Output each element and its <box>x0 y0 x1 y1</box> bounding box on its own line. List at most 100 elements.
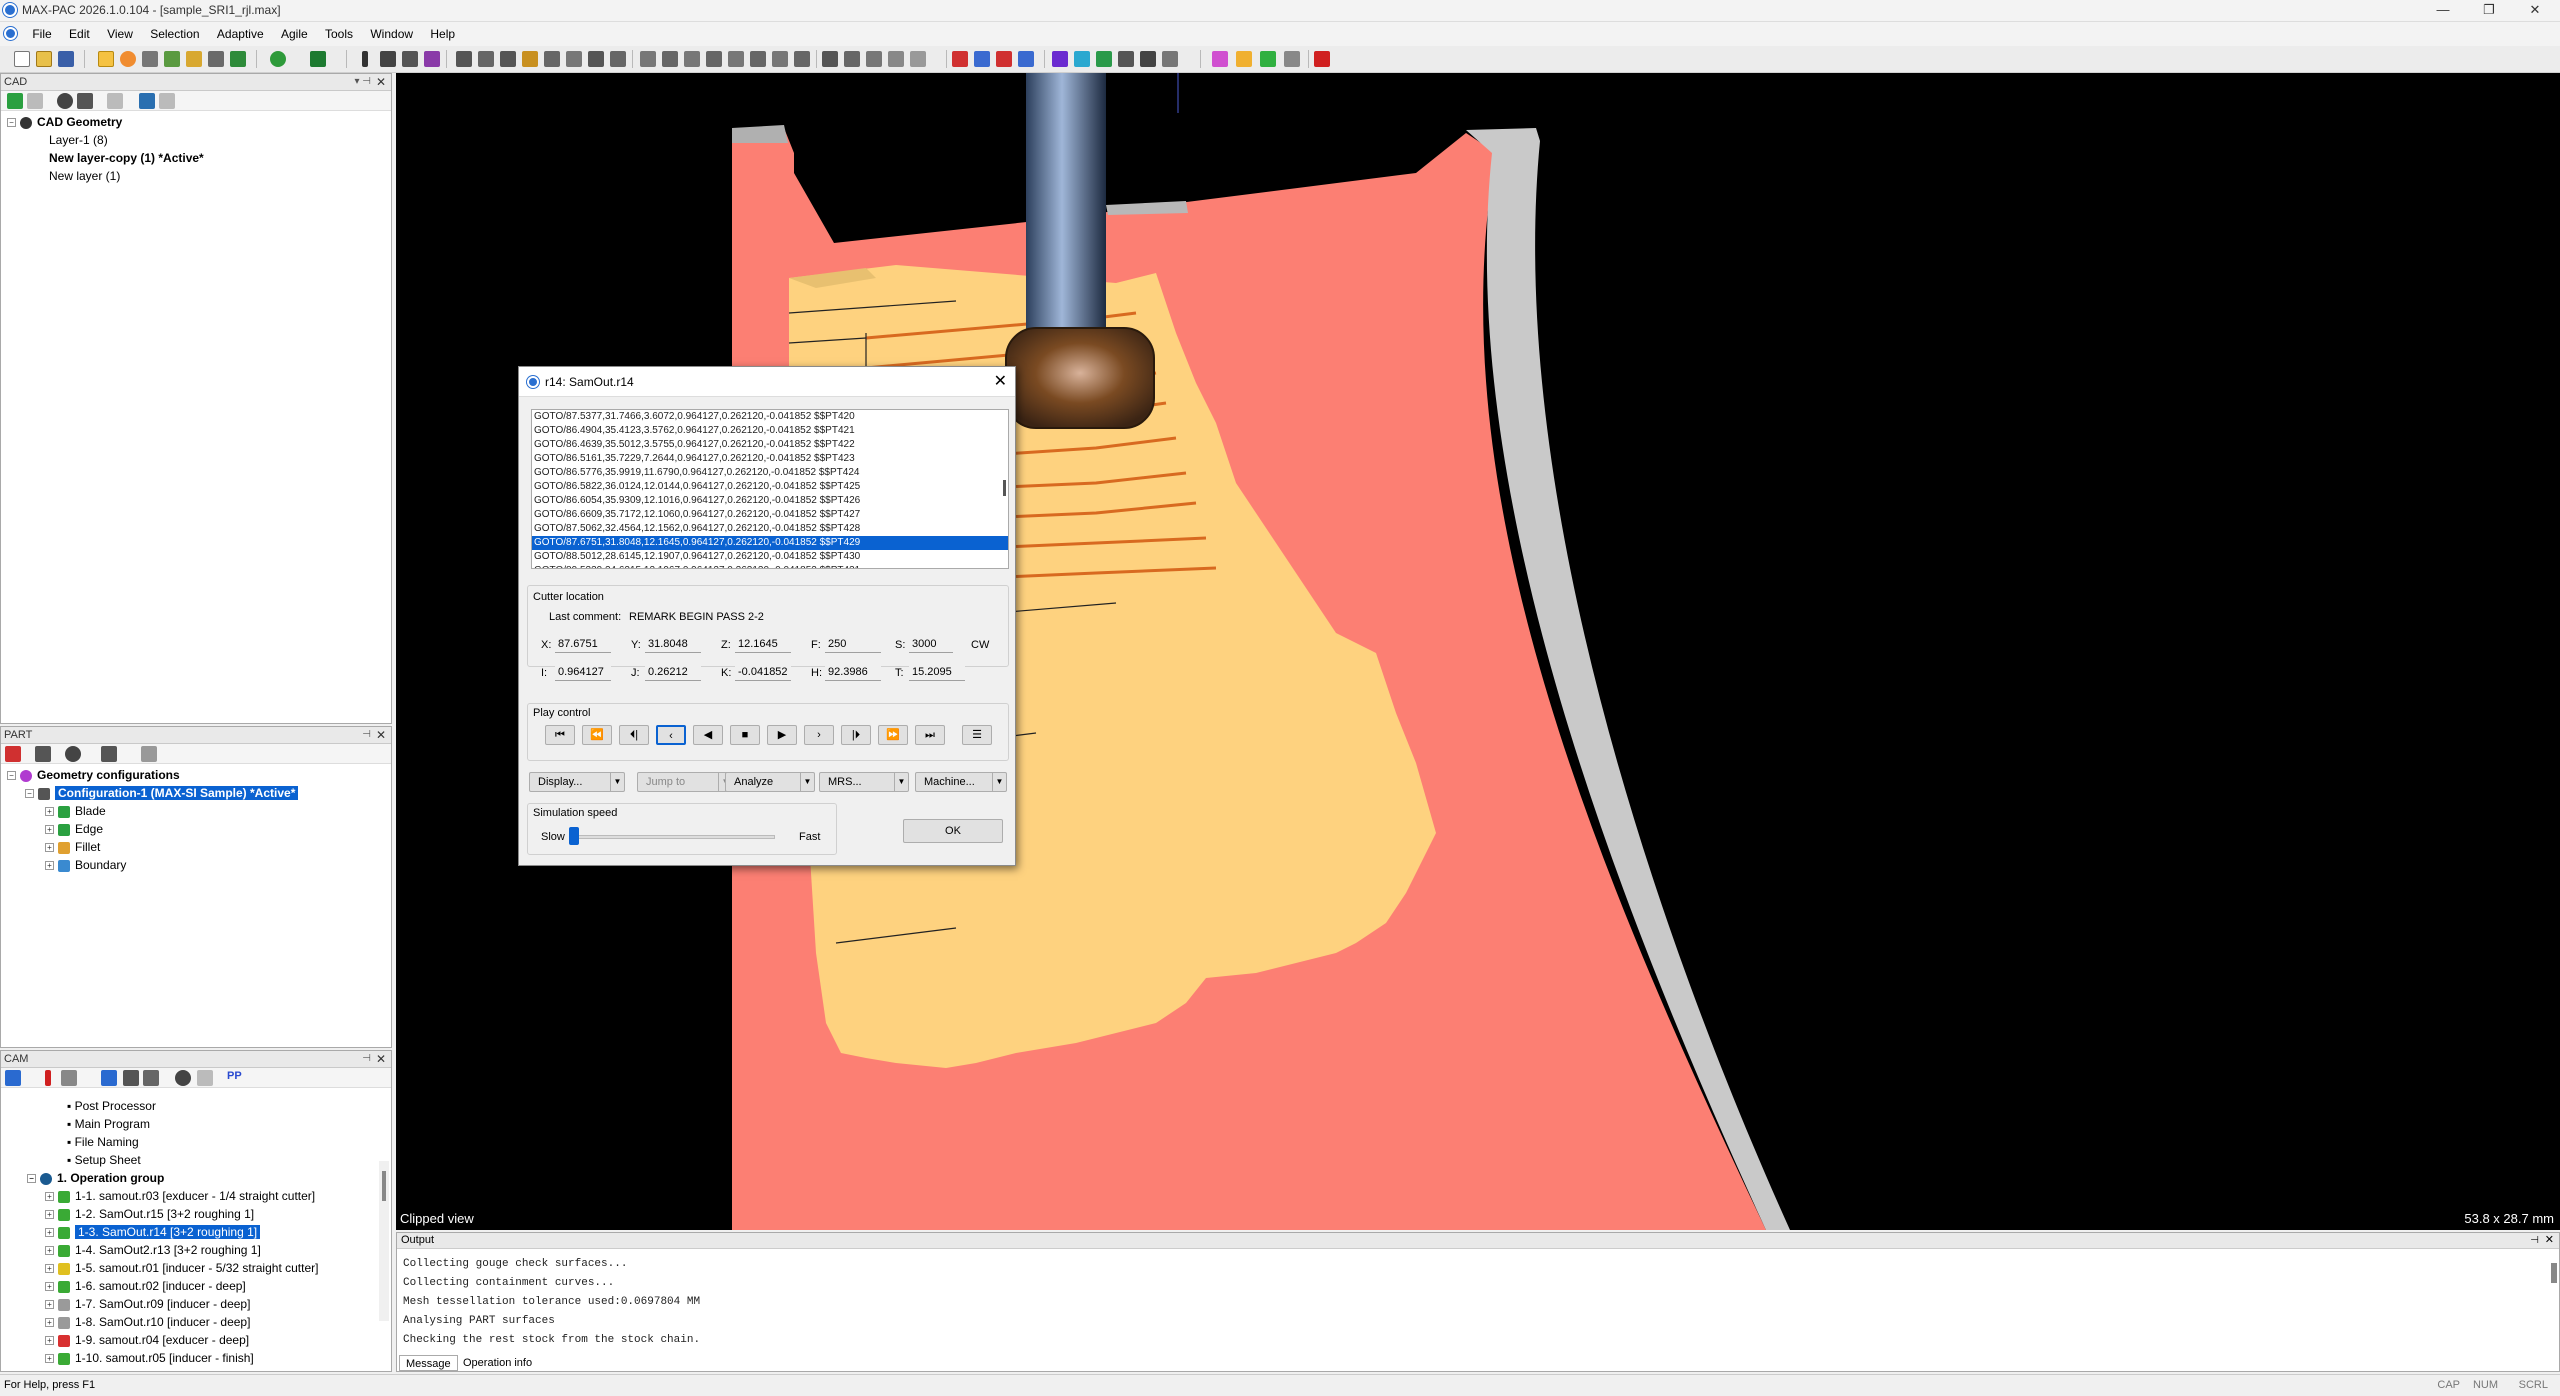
tool-12-icon[interactable] <box>888 51 904 67</box>
step-back-icon[interactable]: ‹ <box>656 725 686 745</box>
tool-icon[interactable] <box>5 1070 21 1086</box>
verify-icon[interactable] <box>1096 51 1112 67</box>
stop-icon[interactable] <box>1314 51 1330 67</box>
play-icon[interactable]: ▶ <box>767 725 797 745</box>
line-icon[interactable] <box>380 51 396 67</box>
close-window-button[interactable]: ✕ <box>2512 0 2558 22</box>
measure-icon[interactable] <box>610 51 626 67</box>
operation-item[interactable]: +1-8. SamOut.r10 [inducer - deep] <box>45 1313 250 1331</box>
cl-file-listbox[interactable]: GOTO/87.5377,31.7466,3.6072,0.964127,0.2… <box>531 409 1009 569</box>
operation-item[interactable]: +1-5. samout.r01 [inducer - 5/32 straigh… <box>45 1259 318 1277</box>
close-icon[interactable]: ✕ <box>2545 1233 2554 1248</box>
hide-eye-icon[interactable] <box>197 1070 213 1086</box>
blue-tool-icon[interactable] <box>974 51 990 67</box>
layer-item-active[interactable]: New layer-copy (1) *Active* <box>49 149 204 167</box>
globe-icon[interactable] <box>270 51 286 67</box>
wire-icon[interactable] <box>522 51 538 67</box>
list-options-icon[interactable]: ☰ <box>962 725 992 745</box>
jump-to-dropdown[interactable]: Jump to▼ <box>637 772 733 792</box>
blue-tool-2-icon[interactable] <box>1018 51 1034 67</box>
cam-setting[interactable]: ▪ Post Processor <box>67 1097 156 1115</box>
cl-line[interactable]: GOTO/86.6609,35.7172,12.1060,0.964127,0.… <box>532 508 1008 522</box>
mrs-dropdown[interactable]: MRS... ▼ <box>819 772 909 792</box>
cam-setting[interactable]: ▪ File Naming <box>67 1133 139 1151</box>
part-boundary[interactable]: + Boundary <box>45 856 126 874</box>
app-menu-icon[interactable] <box>0 22 22 46</box>
step-forward-icon[interactable]: › <box>804 725 834 745</box>
show-icon[interactable] <box>566 51 582 67</box>
operation-item[interactable]: +1-1. samout.r03 [exducer - 1/4 straight… <box>45 1187 315 1205</box>
box-icon[interactable] <box>310 51 326 67</box>
menu-tools[interactable]: Tools <box>318 22 360 46</box>
fast-back-icon[interactable]: ⏪ <box>582 725 612 745</box>
report-icon[interactable] <box>1162 51 1178 67</box>
menu-window[interactable]: Window <box>363 22 420 46</box>
menu-agile[interactable]: Agile <box>274 22 315 46</box>
red-tool-icon[interactable] <box>952 51 968 67</box>
pen-icon[interactable] <box>362 51 368 67</box>
last-icon[interactable]: ⏭ <box>915 725 945 745</box>
analyze-dropdown[interactable]: Analyze ▼ <box>725 772 815 792</box>
configuration-item[interactable]: − Configuration-1 (MAX-SI Sample) *Active… <box>25 784 299 802</box>
menu-view[interactable]: View <box>100 22 140 46</box>
operation-info-tab[interactable]: Operation info <box>457 1355 538 1371</box>
new-file-icon[interactable] <box>14 51 30 67</box>
tool-6-icon[interactable] <box>750 51 766 67</box>
delete-layer-icon[interactable] <box>27 93 43 109</box>
stock-icon[interactable] <box>1118 51 1134 67</box>
pp-button[interactable]: PP <box>227 1070 242 1082</box>
pin-icon[interactable]: ▾ ⊣ <box>354 74 371 90</box>
part-hat-icon[interactable] <box>35 746 51 762</box>
back-step-icon[interactable]: ⏴| <box>619 725 649 745</box>
zoom-window-icon[interactable] <box>186 51 202 67</box>
operation-item[interactable]: +1-10. samout.r05 [inducer - finish] <box>45 1349 254 1367</box>
fast-forward-icon[interactable]: ⏩ <box>878 725 908 745</box>
link-icon[interactable] <box>141 746 157 762</box>
tool-11-icon[interactable] <box>866 51 882 67</box>
undo-icon[interactable] <box>139 93 155 109</box>
cl-line[interactable]: GOTO/87.5062,32.4564,12.1562,0.964127,0.… <box>532 522 1008 536</box>
tool-9-icon[interactable] <box>822 51 838 67</box>
pin-icon[interactable]: ⊣ <box>2530 1233 2539 1248</box>
cl-line[interactable]: GOTO/86.6054,35.9309,12.1016,0.964127,0.… <box>532 494 1008 508</box>
display-dropdown[interactable]: Display... ▼ <box>529 772 625 792</box>
message-tab[interactable]: Message <box>399 1355 458 1371</box>
layer-item[interactable]: Layer-1 (8) <box>49 131 108 149</box>
first-icon[interactable]: ⏮ <box>545 725 575 745</box>
cl-line[interactable]: GOTO/87.6751,31.8048,12.1645,0.964127,0.… <box>532 536 1008 550</box>
tool-1-icon[interactable] <box>640 51 656 67</box>
play-back-icon[interactable]: ◀ <box>693 725 723 745</box>
dialog-close-button[interactable]: ✕ <box>994 367 1007 397</box>
rotate-view-icon[interactable] <box>120 51 136 67</box>
tool-7-icon[interactable] <box>772 51 788 67</box>
part-edge[interactable]: + Edge <box>45 820 103 838</box>
operation-item[interactable]: +1-4. SamOut2.r13 [3+2 roughing 1] <box>45 1241 261 1259</box>
highlight-tool-icon[interactable] <box>1236 51 1252 67</box>
menu-selection[interactable]: Selection <box>143 22 206 46</box>
machine-dropdown[interactable]: Machine... ▼ <box>915 772 1007 792</box>
redo-icon[interactable] <box>159 93 175 109</box>
copy-icon[interactable] <box>123 1070 139 1086</box>
view-cube-icon[interactable] <box>230 51 246 67</box>
part-fillet[interactable]: + Fillet <box>45 838 100 856</box>
minimize-button[interactable]: — <box>2420 0 2466 22</box>
cl-line[interactable]: GOTO/89.5339,24.6215,12.1967,0.964127,0.… <box>532 564 1008 568</box>
cam-setting[interactable]: ▪ Main Program <box>67 1115 150 1133</box>
cl-line[interactable]: GOTO/86.5822,36.0124,12.0144,0.964127,0.… <box>532 480 1008 494</box>
stop-icon[interactable]: ■ <box>730 725 760 745</box>
zoom-icon[interactable] <box>164 51 180 67</box>
speed-slider-thumb[interactable] <box>569 827 579 845</box>
restore-button[interactable]: ❐ <box>2466 0 2512 22</box>
select-arrow-icon[interactable] <box>98 51 114 67</box>
operation-group[interactable]: −1. Operation group <box>27 1169 164 1187</box>
cl-line[interactable]: GOTO/86.4904,35.4123,3.5762,0.964127,0.2… <box>532 424 1008 438</box>
pan-icon[interactable] <box>142 51 158 67</box>
forward-step-icon[interactable]: |⏵ <box>841 725 871 745</box>
operation-item[interactable]: +1-7. SamOut.r09 [inducer - deep] <box>45 1295 250 1313</box>
cl-line[interactable]: GOTO/86.5776,35.9919,11.6790,0.964127,0.… <box>532 466 1008 480</box>
layer-item[interactable]: New layer (1) <box>49 167 120 185</box>
add-layer-icon[interactable] <box>7 93 23 109</box>
speed-slider-track[interactable] <box>575 835 775 839</box>
close-icon[interactable]: ✕ <box>376 727 386 743</box>
tool-10-icon[interactable] <box>844 51 860 67</box>
